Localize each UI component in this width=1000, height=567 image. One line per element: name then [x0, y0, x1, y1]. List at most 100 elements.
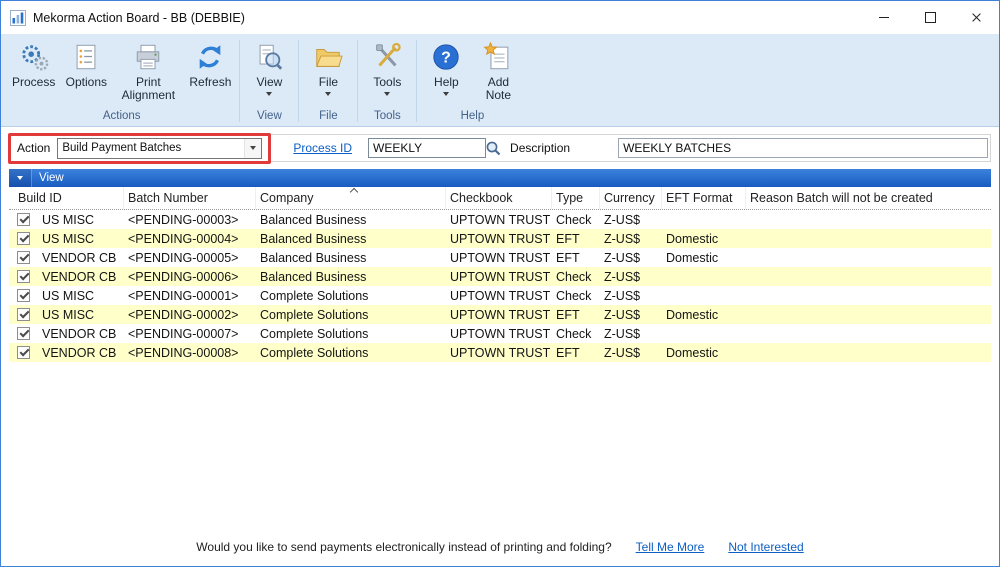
app-bar-chart-icon [10, 10, 26, 26]
table-row[interactable]: VENDOR CB<PENDING-00007>Complete Solutio… [9, 324, 991, 343]
cell-build_id: VENDOR CB [42, 346, 116, 360]
maximize-button[interactable] [907, 1, 953, 34]
column-header-type[interactable]: Type [552, 187, 600, 209]
options-list-icon [70, 41, 102, 73]
description-input[interactable] [618, 138, 988, 158]
row-checkbox[interactable] [17, 232, 30, 245]
cell-eft_format: Domestic [662, 232, 746, 246]
cell-build_id: US MISC [42, 213, 94, 227]
ribbon-separator [298, 40, 299, 122]
ribbon-group-help: ? Help [418, 36, 526, 126]
help-button[interactable]: ? Help [420, 38, 472, 99]
close-icon [971, 12, 982, 23]
table-row[interactable]: US MISC<PENDING-00002>Complete Solutions… [9, 305, 991, 324]
cell-company: Complete Solutions [256, 308, 446, 322]
table-row[interactable]: US MISC <PENDING-00001>Complete Solutions… [9, 286, 991, 305]
cell-batch_number: <PENDING-00007> [124, 327, 256, 341]
options-button[interactable]: Options [60, 38, 112, 92]
cell-currency: Z-US$ [600, 213, 662, 227]
row-checkbox[interactable] [17, 270, 30, 283]
options-label: Options [66, 76, 107, 89]
cell-type: Check [552, 270, 600, 284]
cell-type: Check [552, 327, 600, 341]
sort-ascending-icon [349, 188, 357, 196]
tell-me-more-link[interactable]: Tell Me More [636, 540, 705, 554]
column-header-reason[interactable]: Reason Batch will not be created [746, 187, 991, 209]
process-id-link[interactable]: Process ID [293, 141, 352, 155]
table-body: US MISC<PENDING-00003>Balanced BusinessU… [9, 210, 991, 362]
file-label: File [319, 76, 338, 89]
column-header-company[interactable]: Company [256, 187, 446, 209]
ribbon-group-label-view: View [241, 109, 297, 126]
tools-button[interactable]: Tools [361, 38, 413, 99]
lookup-magnifier-icon[interactable] [485, 140, 502, 157]
column-header-eft-format[interactable]: EFT Format [662, 187, 746, 209]
window-controls [861, 1, 999, 34]
action-bar: Action Build Payment Batches Process ID … [9, 134, 991, 162]
row-checkbox[interactable] [17, 346, 30, 359]
minimize-icon [879, 17, 889, 18]
dropdown-arrow-zone[interactable] [244, 139, 261, 158]
chevron-down-icon [17, 176, 23, 180]
cell-currency: Z-US$ [600, 232, 662, 246]
column-header-currency[interactable]: Currency [600, 187, 662, 209]
printer-icon [132, 41, 164, 73]
add-note-button[interactable]: Add Note [472, 38, 524, 106]
chevron-down-icon [266, 92, 272, 96]
note-star-icon [482, 41, 514, 73]
process-id-input[interactable] [368, 138, 486, 158]
cell-type: EFT [552, 232, 600, 246]
ribbon-group-label-file: File [300, 109, 356, 126]
footer: Would you like to send payments electron… [1, 532, 999, 566]
file-button[interactable]: File [302, 38, 354, 99]
cell-currency: Z-US$ [600, 327, 662, 341]
column-header-checkbook[interactable]: Checkbook [446, 187, 552, 209]
annotation-highlight: Action Build Payment Batches [8, 133, 271, 164]
cell-type: EFT [552, 308, 600, 322]
cell-eft_format: Domestic [662, 346, 746, 360]
view-button[interactable]: View [243, 38, 295, 99]
table-row[interactable]: VENDOR CB<PENDING-00005>Balanced Busines… [9, 248, 991, 267]
cell-build_id: VENDOR CB [42, 270, 116, 284]
not-interested-link[interactable]: Not Interested [728, 540, 803, 554]
row-checkbox[interactable] [17, 327, 30, 340]
table-row[interactable]: US MISC<PENDING-00004>Balanced BusinessU… [9, 229, 991, 248]
ribbon: Process Options [1, 34, 999, 127]
cell-build_id: US MISC [42, 289, 94, 303]
magnifier-document-icon [253, 41, 285, 73]
cell-type: EFT [552, 346, 600, 360]
ribbon-group-tools: Tools Tools [359, 36, 415, 126]
process-button[interactable]: Process [7, 38, 60, 92]
cell-type: Check [552, 289, 600, 303]
cell-batch_number: <PENDING-00001> [124, 289, 256, 303]
table-row[interactable]: VENDOR CB<PENDING-00008>Complete Solutio… [9, 343, 991, 362]
app-window: Mekorma Action Board - BB (DEBBIE) [0, 0, 1000, 567]
close-button[interactable] [953, 1, 999, 34]
refresh-label: Refresh [189, 76, 231, 89]
row-checkbox[interactable] [17, 289, 30, 302]
cell-checkbook: UPTOWN TRUST [446, 270, 552, 284]
minimize-button[interactable] [861, 1, 907, 34]
cell-batch_number: <PENDING-00003> [124, 213, 256, 227]
view-bar-dropdown-button[interactable] [9, 169, 32, 187]
cell-company: Balanced Business [256, 270, 446, 284]
cell-checkbook: UPTOWN TRUST [446, 213, 552, 227]
row-checkbox[interactable] [17, 251, 30, 264]
view-bar: View [9, 169, 991, 187]
cell-currency: Z-US$ [600, 308, 662, 322]
refresh-button[interactable]: Refresh [184, 38, 236, 92]
column-header-build-id[interactable]: Build ID [9, 187, 124, 209]
help-question-icon: ? [430, 41, 462, 73]
cell-checkbook: UPTOWN TRUST [446, 289, 552, 303]
cell-company: Complete Solutions [256, 289, 446, 303]
cell-company: Complete Solutions [256, 327, 446, 341]
chevron-down-icon [250, 146, 256, 150]
row-checkbox[interactable] [17, 213, 30, 226]
table-row[interactable]: US MISC<PENDING-00003>Balanced BusinessU… [9, 210, 991, 229]
print-alignment-button[interactable]: Print Alignment [112, 38, 184, 106]
table-row[interactable]: VENDOR CB<PENDING-00006>Balanced Busines… [9, 267, 991, 286]
row-checkbox[interactable] [17, 308, 30, 321]
action-dropdown[interactable]: Build Payment Batches [57, 138, 262, 159]
cell-company: Balanced Business [256, 251, 446, 265]
column-header-batch-number[interactable]: Batch Number [124, 187, 256, 209]
